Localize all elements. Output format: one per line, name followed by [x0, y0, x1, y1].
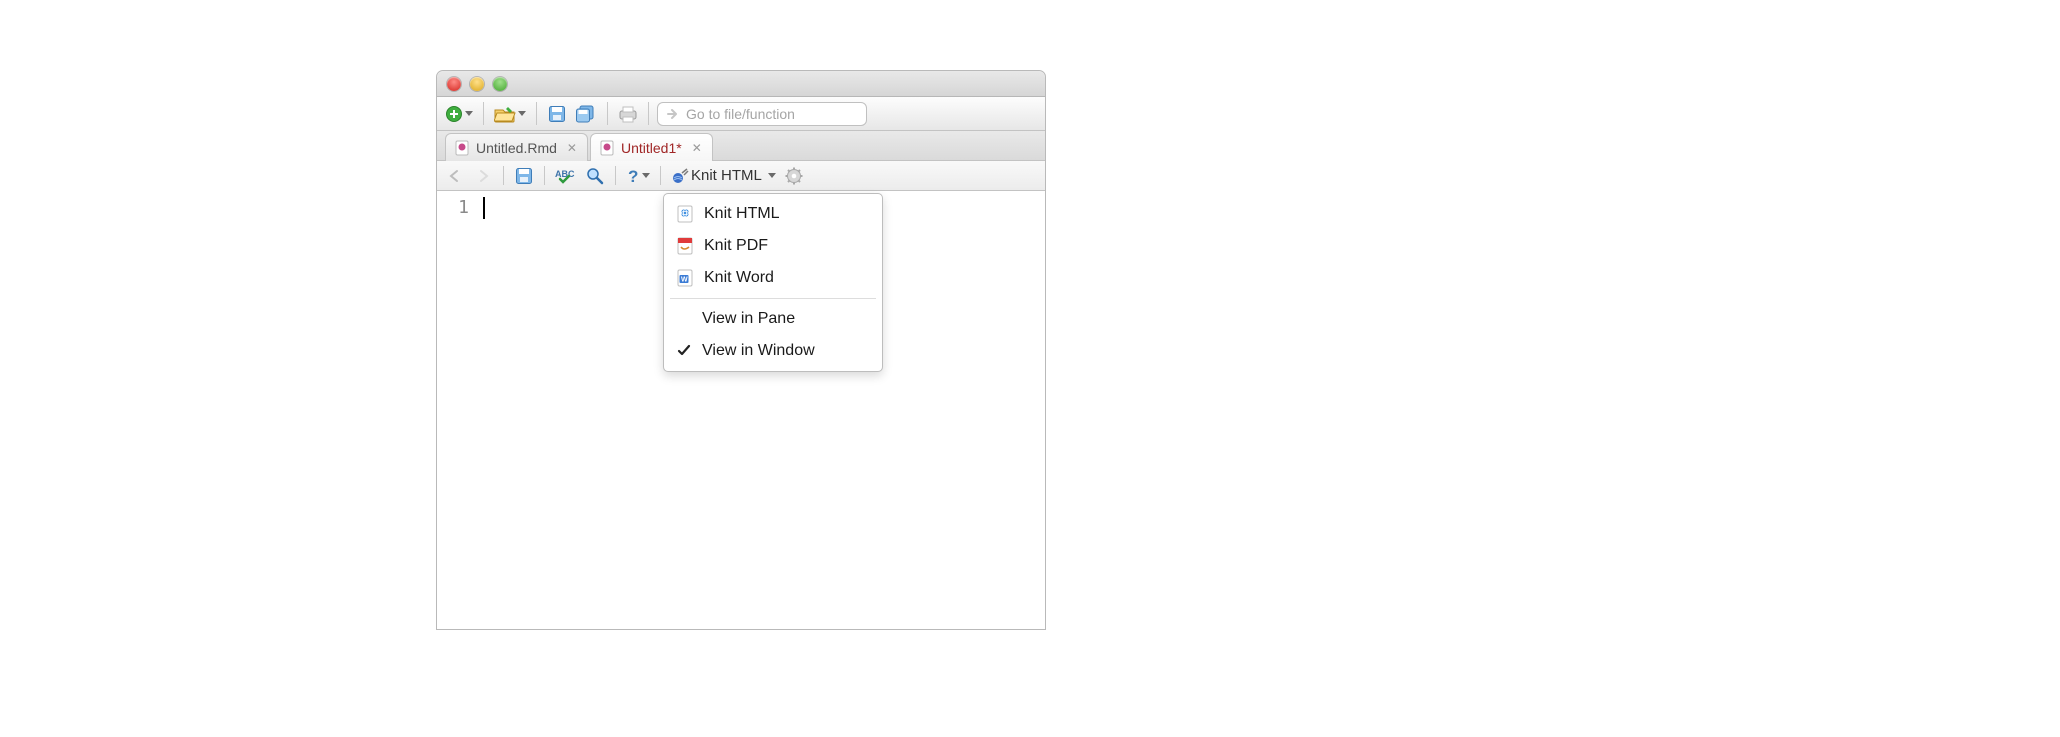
separator	[615, 166, 616, 185]
tab-close-icon[interactable]: ✕	[567, 141, 577, 155]
window-close-button[interactable]	[447, 77, 461, 91]
main-toolbar: Go to file/function	[437, 97, 1045, 131]
titlebar	[437, 71, 1045, 97]
menu-item-label: View in Pane	[702, 310, 795, 328]
menu-item-knit-pdf[interactable]: Knit PDF	[664, 230, 882, 262]
menu-item-label: Knit HTML	[704, 205, 780, 223]
app-window: Go to file/function Untitled.Rmd ✕ Untit…	[436, 70, 1046, 630]
separator	[536, 102, 537, 125]
tab-close-icon[interactable]: ✕	[692, 141, 702, 155]
menu-item-knit-word[interactable]: W Knit Word	[664, 262, 882, 294]
chevron-down-icon	[518, 111, 526, 116]
knit-button-label: Knit HTML	[689, 167, 766, 184]
separator	[503, 166, 504, 185]
word-file-icon: W	[676, 269, 694, 287]
window-zoom-button[interactable]	[493, 77, 507, 91]
menu-item-knit-html[interactable]: Knit HTML	[664, 198, 882, 230]
chevron-down-icon	[465, 111, 473, 116]
go-to-file-placeholder: Go to file/function	[686, 106, 795, 122]
menu-item-label: Knit Word	[704, 269, 774, 287]
knit-button[interactable]: Knit HTML	[669, 164, 778, 188]
svg-text:ABC: ABC	[555, 169, 575, 179]
document-options-button[interactable]	[782, 164, 806, 188]
document-tabbar: Untitled.Rmd ✕ Untitled1* ✕	[437, 131, 1045, 161]
find-button[interactable]	[583, 164, 607, 188]
new-file-button[interactable]	[443, 102, 475, 126]
knit-icon	[671, 168, 689, 184]
rmd-file-icon	[599, 140, 615, 156]
spellcheck-button[interactable]: ABC	[553, 164, 579, 188]
tab-untitled1[interactable]: Untitled1* ✕	[590, 133, 713, 161]
chevron-down-icon	[642, 173, 650, 178]
pdf-file-icon	[676, 237, 694, 255]
help-button[interactable]: ?	[624, 164, 652, 188]
window-minimize-button[interactable]	[470, 77, 484, 91]
save-all-button[interactable]	[573, 102, 599, 126]
editor-toolbar: ABC ? Knit HTML	[437, 161, 1045, 191]
print-button[interactable]	[616, 102, 640, 126]
knit-dropdown-menu: Knit HTML Knit PDF W Knit Word	[663, 193, 883, 372]
menu-item-label: Knit PDF	[704, 237, 768, 255]
tab-label: Untitled.Rmd	[476, 140, 557, 156]
tab-untitled-rmd[interactable]: Untitled.Rmd ✕	[445, 133, 588, 161]
chevron-down-icon	[768, 173, 776, 178]
editor-save-button[interactable]	[512, 164, 536, 188]
menu-separator	[670, 298, 876, 299]
goto-arrow-icon	[666, 107, 680, 121]
separator	[648, 102, 649, 125]
svg-text:?: ?	[628, 167, 638, 185]
tab-label: Untitled1*	[621, 140, 682, 156]
svg-text:W: W	[681, 277, 688, 284]
separator	[483, 102, 484, 125]
separator	[607, 102, 608, 125]
separator	[660, 166, 661, 185]
save-button[interactable]	[545, 102, 569, 126]
line-gutter: 1	[437, 191, 479, 629]
menu-item-label: View in Window	[702, 342, 815, 360]
html-file-icon	[676, 205, 694, 223]
checkmark-icon	[676, 344, 692, 358]
menu-item-view-in-window[interactable]: View in Window	[664, 335, 882, 367]
rmd-file-icon	[454, 140, 470, 156]
go-to-file-input[interactable]: Go to file/function	[657, 102, 867, 126]
separator	[544, 166, 545, 185]
nav-back-button[interactable]	[443, 164, 467, 188]
gear-icon	[785, 167, 803, 185]
nav-forward-button[interactable]	[471, 164, 495, 188]
menu-item-view-in-pane[interactable]: View in Pane	[664, 303, 882, 335]
text-caret	[483, 197, 485, 219]
line-number: 1	[437, 197, 469, 218]
open-file-button[interactable]	[492, 102, 528, 126]
